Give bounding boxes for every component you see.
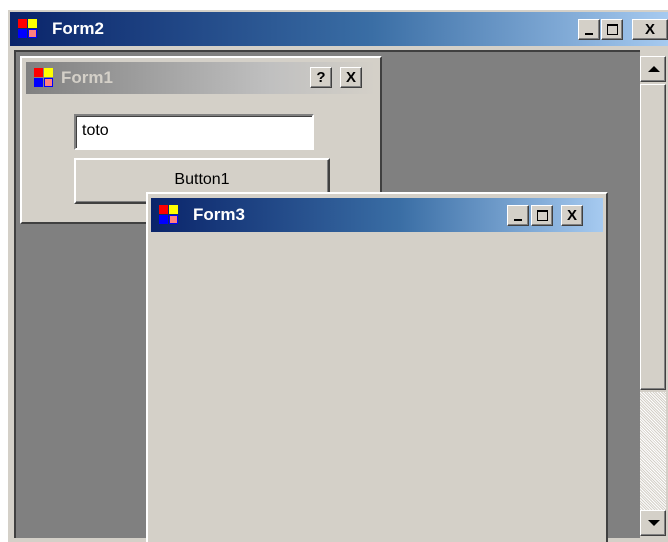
form1-title: Form1 <box>61 68 113 87</box>
text-input[interactable]: toto <box>74 114 314 150</box>
form2-maximize-button[interactable] <box>601 19 623 40</box>
form3-window <box>146 192 608 542</box>
form3-title: Form3 <box>193 205 245 224</box>
arrow-down-icon <box>648 520 660 526</box>
form3-minimize-button[interactable] <box>507 205 529 226</box>
form3-title-bar[interactable]: Form3 X <box>151 198 603 232</box>
form1-app-icon[interactable] <box>34 68 54 88</box>
form2-title: Form2 <box>52 19 104 38</box>
form1-close-button[interactable]: X <box>340 67 362 88</box>
form3-app-icon[interactable] <box>159 205 179 225</box>
form2-app-icon[interactable] <box>18 19 38 39</box>
arrow-up-icon <box>648 66 660 72</box>
scrollbar-thumb[interactable] <box>640 84 666 390</box>
scrollbar-track[interactable] <box>640 392 666 510</box>
form3-close-button[interactable]: X <box>561 205 583 226</box>
scroll-up-button[interactable] <box>640 56 666 82</box>
form2-close-button[interactable]: X <box>632 19 668 40</box>
form3-maximize-button[interactable] <box>531 205 553 226</box>
form1-title-bar[interactable]: Form1 ? X <box>26 62 376 94</box>
scroll-down-button[interactable] <box>640 510 666 536</box>
form1-help-button[interactable]: ? <box>310 67 332 88</box>
form2-minimize-button[interactable] <box>578 19 600 40</box>
form2-title-bar[interactable]: Form2 X <box>10 12 668 46</box>
